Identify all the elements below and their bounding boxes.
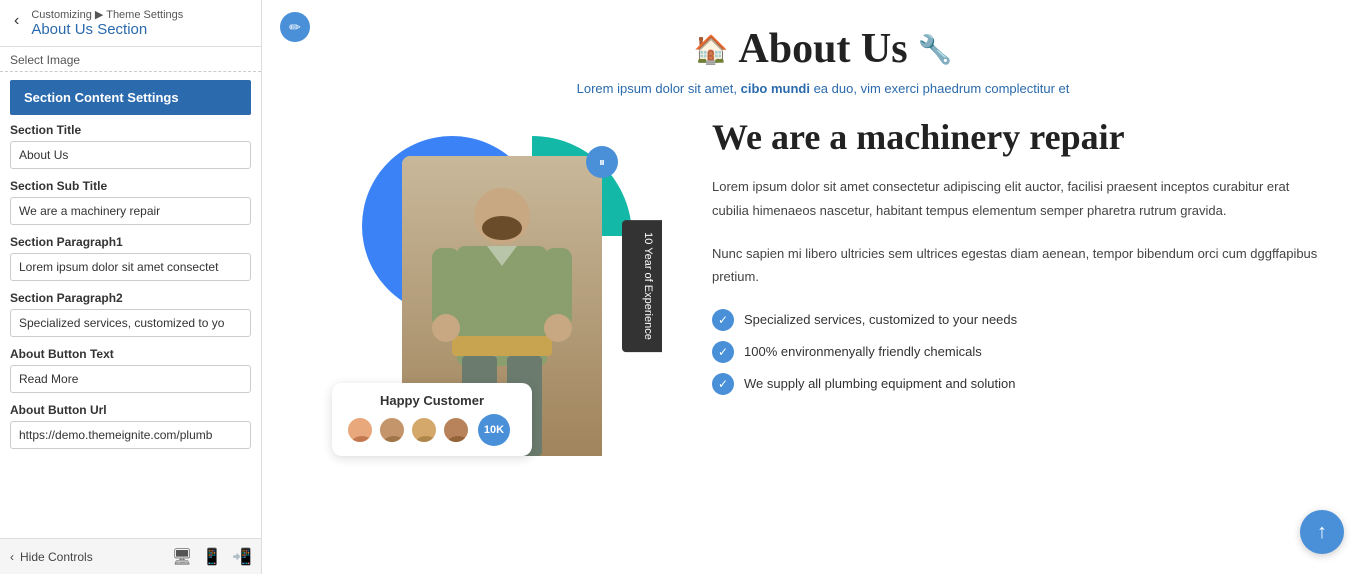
subtitle-lorem: Lorem ipsum dolor sit amet, cibo mundi e… <box>322 81 1324 96</box>
experience-text: 10 Year of Experience <box>642 232 654 340</box>
experience-badge: 10 Year of Experience <box>622 220 662 352</box>
paragraph1: Lorem ipsum dolor sit amet consectetur a… <box>712 175 1324 222</box>
header-text: Customizing ▶ Theme Settings About Us Se… <box>31 8 183 38</box>
panel-header: ‹ Customizing ▶ Theme Settings About Us … <box>0 0 261 47</box>
field-label-2: Section Paragraph1 <box>10 235 251 249</box>
field-label-3: Section Paragraph2 <box>10 291 251 305</box>
pause-button[interactable]: ⏸ <box>586 146 618 178</box>
field-label-5: About Button Url <box>10 403 251 417</box>
form-group-4: About Button Text <box>10 347 251 393</box>
form-group-3: Section Paragraph2 <box>10 291 251 337</box>
panel-form-wrapper: Section Title Section Sub Title Section Pa… <box>0 123 261 574</box>
main-content-row: 10 Year of Experience ⏸ Happy Customer <box>322 116 1324 456</box>
about-us-title-row: 🏠 About Us 🔧 <box>322 20 1324 73</box>
form-group-5: About Button Url <box>10 403 251 449</box>
chevron-left-icon: ‹ <box>10 550 14 564</box>
field-label-1: Section Sub Title <box>10 179 251 193</box>
field-label-0: Section Title <box>10 123 251 137</box>
field-input-1[interactable] <box>10 197 251 225</box>
field-input-4[interactable] <box>10 365 251 393</box>
avatar-4 <box>442 416 470 444</box>
hide-controls-label: Hide Controls <box>20 550 93 564</box>
subtitle-normal: Lorem ipsum dolor sit amet, <box>577 81 741 96</box>
avatar-1 <box>346 416 374 444</box>
tablet-icon[interactable]: 📱 <box>202 547 222 567</box>
hide-controls-btn[interactable]: ‹ Hide Controls <box>10 550 93 564</box>
form-group-2: Section Paragraph1 <box>10 235 251 281</box>
checklist: ✓ Specialized services, customized to you… <box>712 309 1324 395</box>
section-content-settings-button[interactable]: Section Content Settings <box>10 80 251 115</box>
panel-form: Section Title Section Sub Title Section Pa… <box>0 123 261 459</box>
subtitle-bold: cibo mundi <box>741 81 810 96</box>
avatar-2 <box>378 416 406 444</box>
field-input-5[interactable] <box>10 421 251 449</box>
preview-panel: ✏ 🏠 About Us 🔧 Lorem ipsum dolor sit ame… <box>262 0 1364 574</box>
bottom-bar-icons: 🖥 📱 📲 <box>172 547 252 567</box>
title-icon-left: 🏠 <box>694 33 729 66</box>
checklist-text-1: 100% environmenyally friendly chemicals <box>744 344 982 359</box>
form-group-1: Section Sub Title <box>10 179 251 225</box>
checklist-item-0: ✓ Specialized services, customized to you… <box>712 309 1324 331</box>
field-input-0[interactable] <box>10 141 251 169</box>
field-input-3[interactable] <box>10 309 251 337</box>
avatar-3 <box>410 416 438 444</box>
breadcrumb: Customizing ▶ Theme Settings <box>31 8 183 21</box>
title-icon-right: 🔧 <box>918 33 953 66</box>
edit-pencil-button[interactable]: ✏ <box>280 12 310 42</box>
section-subtitle: We are a machinery repair <box>712 116 1324 159</box>
form-group-0: Section Title <box>10 123 251 169</box>
preview-inner: ✏ 🏠 About Us 🔧 Lorem ipsum dolor sit ame… <box>262 0 1364 574</box>
field-label-4: About Button Text <box>10 347 251 361</box>
scroll-up-button[interactable]: ↑ <box>1300 510 1344 554</box>
paragraph2: Nunc sapien mi libero ultricies sem ultr… <box>712 242 1324 289</box>
check-icon-0: ✓ <box>712 309 734 331</box>
mobile-icon[interactable]: 📲 <box>232 547 252 567</box>
check-icon-2: ✓ <box>712 373 734 395</box>
checklist-text-0: Specialized services, customized to your… <box>744 312 1017 327</box>
image-area: 10 Year of Experience ⏸ Happy Customer <box>322 116 682 456</box>
desktop-icon[interactable]: 🖥 <box>172 547 192 567</box>
checklist-item-2: ✓ We supply all plumbing equipment and so… <box>712 373 1324 395</box>
checklist-text-2: We supply all plumbing equipment and sol… <box>744 376 1015 391</box>
count-badge: 10K <box>478 414 510 446</box>
field-input-2[interactable] <box>10 253 251 281</box>
text-area: We are a machinery repair Lorem ipsum do… <box>712 116 1324 411</box>
checklist-item-1: ✓ 100% environmenyally friendly chemicals <box>712 341 1324 363</box>
left-panel: ‹ Customizing ▶ Theme Settings About Us … <box>0 0 262 574</box>
select-image-label: Select Image <box>0 47 261 72</box>
check-icon-1: ✓ <box>712 341 734 363</box>
happy-customer-card: Happy Customer <box>332 383 532 456</box>
about-us-main-title: About Us <box>738 25 907 73</box>
bottom-bar: ‹ Hide Controls 🖥 📱 📲 <box>0 538 262 574</box>
section-title-header: About Us Section <box>31 21 183 38</box>
customer-avatars: 10K <box>346 414 518 446</box>
subtitle-normal2: ea duo, vim exerci phaedrum complectitur… <box>810 81 1069 96</box>
happy-customer-title: Happy Customer <box>346 393 518 408</box>
back-button[interactable]: ‹ <box>10 10 23 32</box>
